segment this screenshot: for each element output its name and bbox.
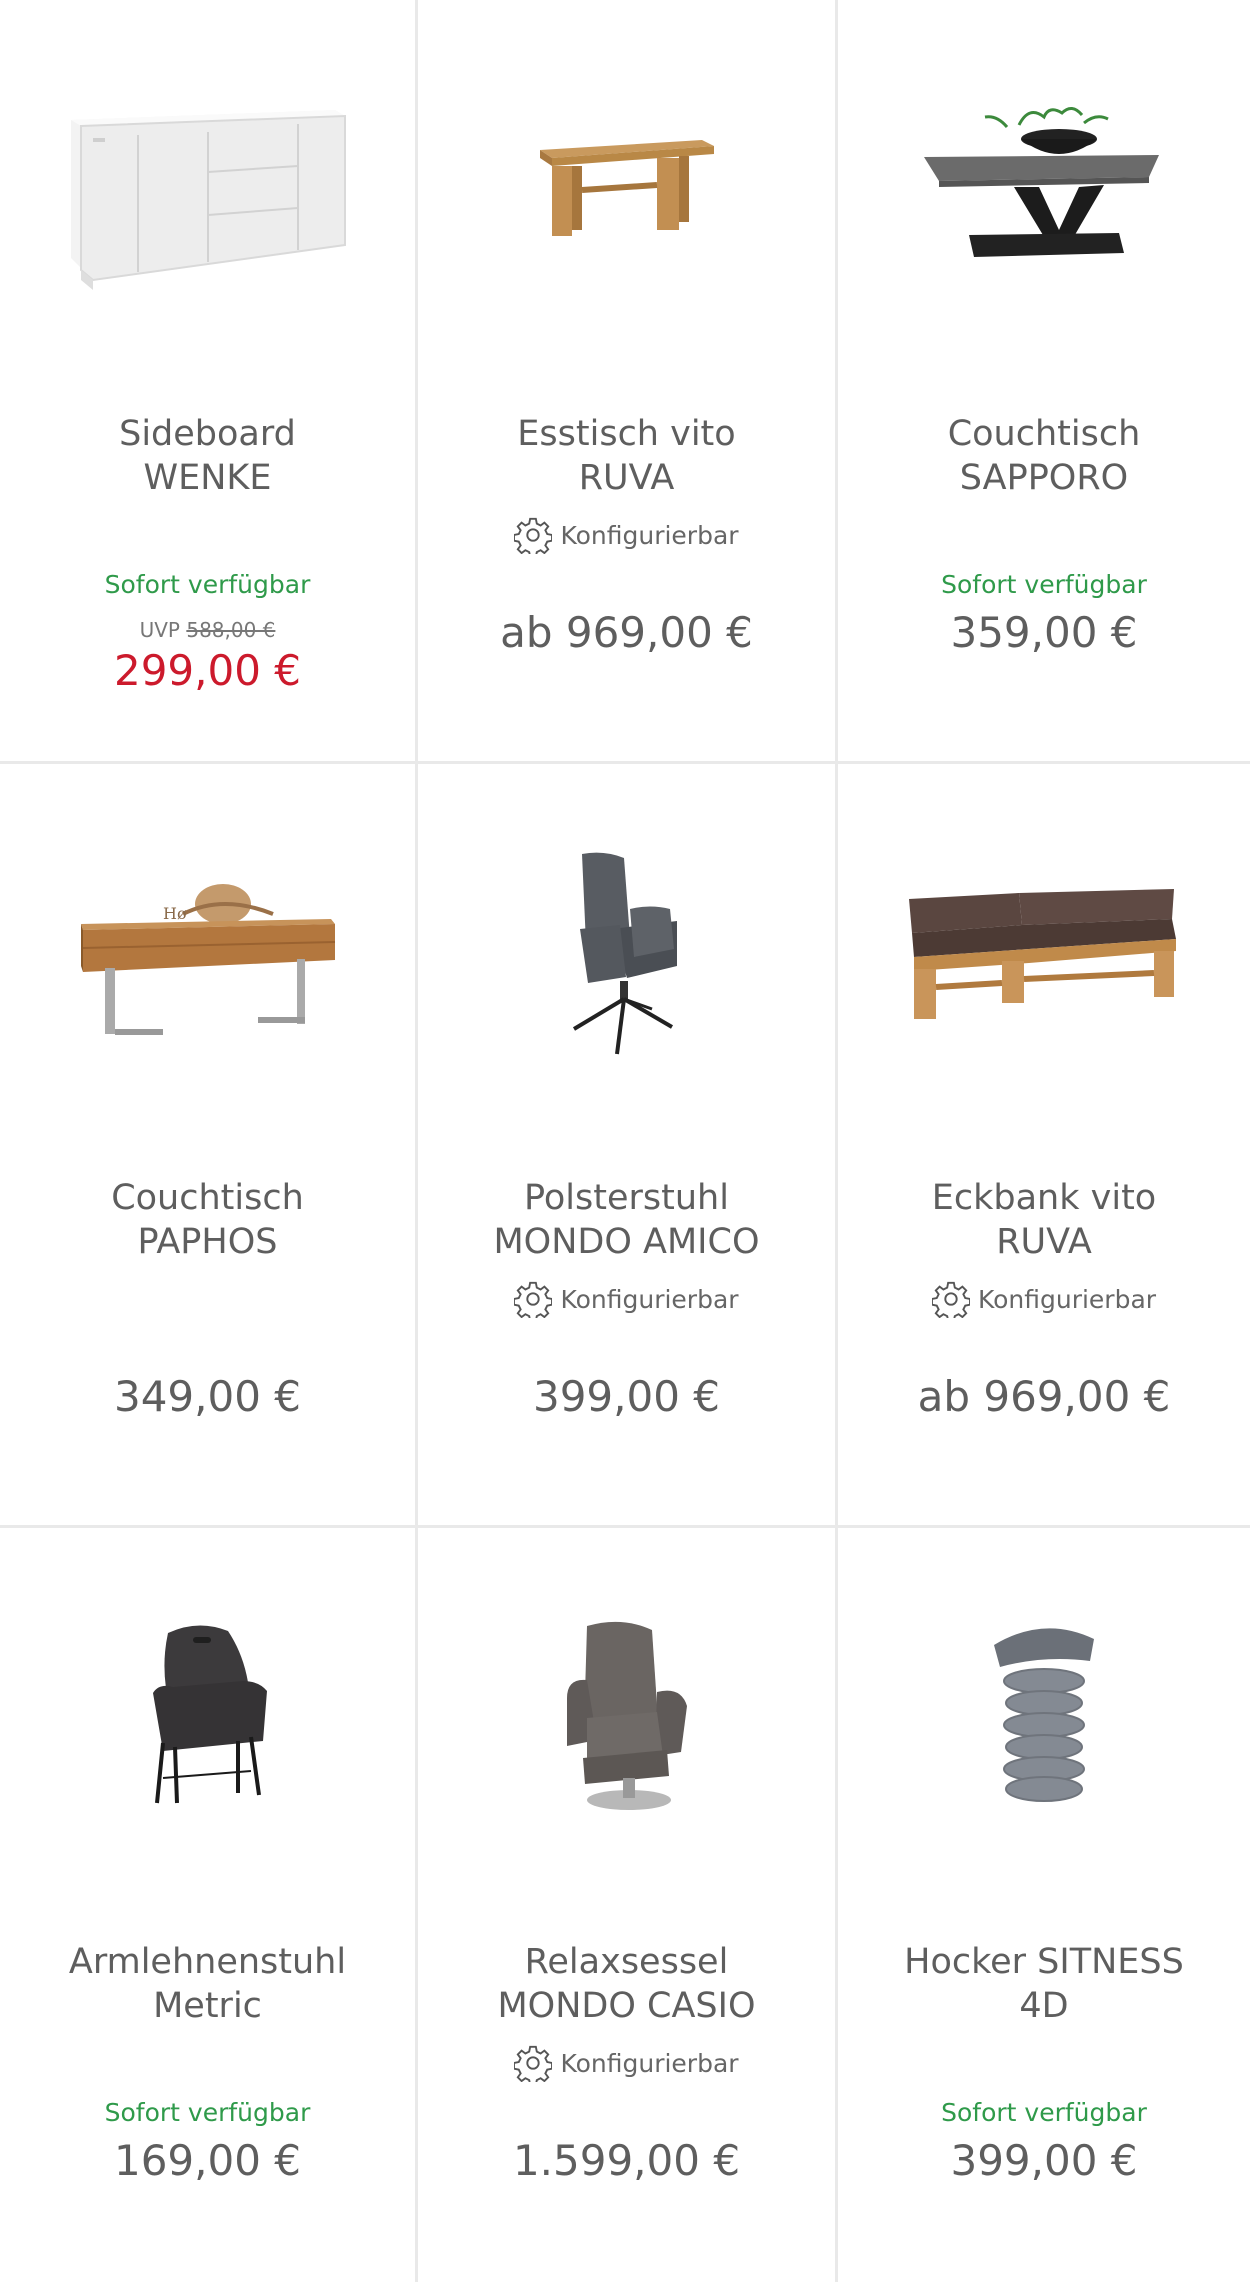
product-card[interactable]: Couchtisch SAPPORO Sofort verfügbar 359,0…: [838, 0, 1250, 764]
product-name[interactable]: Couchtisch PAPHOS: [10, 1176, 405, 1264]
product-image[interactable]: [418, 804, 835, 1104]
configurable-label: Konfigurierbar: [418, 516, 835, 554]
configurable-label: Konfigurierbar: [418, 1280, 835, 1318]
product-name[interactable]: Relaxsessel MONDO CASIO: [428, 1940, 825, 2028]
product-card[interactable]: Armlehnenstuhl Metric Sofort verfügbar 16…: [0, 1528, 418, 2282]
product-name[interactable]: Hocker SITNESS 4D: [848, 1940, 1240, 2028]
product-card[interactable]: Relaxsessel MONDO CASIO Konfigurierbar 1.…: [418, 1528, 838, 2282]
availability-label: Sofort verfügbar: [104, 570, 311, 599]
availability-label: Sofort verfügbar: [941, 570, 1147, 599]
upholstered-chair-icon: [572, 852, 677, 1055]
gear-icon: [514, 2045, 553, 2082]
product-image[interactable]: [0, 1568, 415, 1868]
product-image[interactable]: [838, 40, 1250, 340]
product-card[interactable]: Hocker SITNESS 4D Sofort verfügbar 399,00…: [838, 1528, 1250, 2282]
product-name[interactable]: Couchtisch SAPPORO: [848, 412, 1240, 500]
product-card[interactable]: Polsterstuhl MONDO AMICO Konfigurierbar 3…: [418, 764, 838, 1528]
product-price: 349,00 €: [113, 1372, 302, 1421]
product-name[interactable]: Polsterstuhl MONDO AMICO: [428, 1176, 825, 1264]
product-name[interactable]: Armlehnenstuhl Metric: [10, 1940, 405, 2028]
product-image[interactable]: [838, 1568, 1250, 1868]
gear-icon: [931, 1281, 970, 1318]
product-price: 399,00 €: [532, 1372, 721, 1421]
product-price: 359,00 €: [950, 608, 1138, 657]
sale-price: 299,00 €: [113, 646, 302, 695]
svg-text:Hø: Hø: [163, 904, 187, 923]
recliner-icon: [566, 1621, 687, 1810]
stool-icon: [994, 1628, 1094, 1802]
armchair-icon: [152, 1625, 267, 1804]
product-card[interactable]: Esstisch vito RUVA Konfigurierbar ab 969,…: [418, 0, 838, 764]
product-name[interactable]: Eckbank vito RUVA: [848, 1176, 1240, 1264]
coffee-table-icon: [924, 107, 1159, 257]
product-price: ab 969,00 €: [917, 1372, 1171, 1421]
sideboard-icon: [70, 110, 346, 290]
product-card[interactable]: Sideboard WENKE Sofort verfügbar UVP 588,…: [0, 0, 418, 764]
product-name[interactable]: Sideboard WENKE: [10, 412, 405, 500]
product-card[interactable]: Eckbank vito RUVA Konfigurierbar ab 969,0…: [838, 764, 1250, 1528]
product-price: 1.599,00 €: [512, 2136, 741, 2185]
product-image[interactable]: [0, 40, 415, 340]
configurable-label: Konfigurierbar: [838, 1280, 1250, 1318]
wood-coffee-table-icon: Hø: [80, 884, 335, 1035]
product-price: 399,00 €: [950, 2136, 1138, 2185]
configurable-label: Konfigurierbar: [418, 2044, 835, 2082]
availability-label: Sofort verfügbar: [941, 2098, 1147, 2127]
product-image[interactable]: [418, 1568, 835, 1868]
availability-label: Sofort verfügbar: [104, 2098, 311, 2127]
product-name[interactable]: Esstisch vito RUVA: [428, 412, 825, 500]
dining-table-icon: [539, 140, 714, 236]
product-image[interactable]: [418, 40, 835, 340]
product-image[interactable]: [838, 804, 1250, 1104]
gear-icon: [514, 1281, 553, 1318]
corner-bench-icon: [909, 889, 1176, 1019]
product-price: 169,00 €: [113, 2136, 302, 2185]
product-image[interactable]: Hø: [0, 804, 415, 1104]
product-price: ab 969,00 €: [500, 608, 753, 657]
uvp-price: UVP 588,00 €: [139, 618, 276, 642]
product-card[interactable]: Hø Couchtisch PAPHOS 349,00 €: [0, 764, 418, 1528]
gear-icon: [514, 517, 553, 554]
product-grid: Sideboard WENKE Sofort verfügbar UVP 588,…: [0, 0, 1250, 2282]
